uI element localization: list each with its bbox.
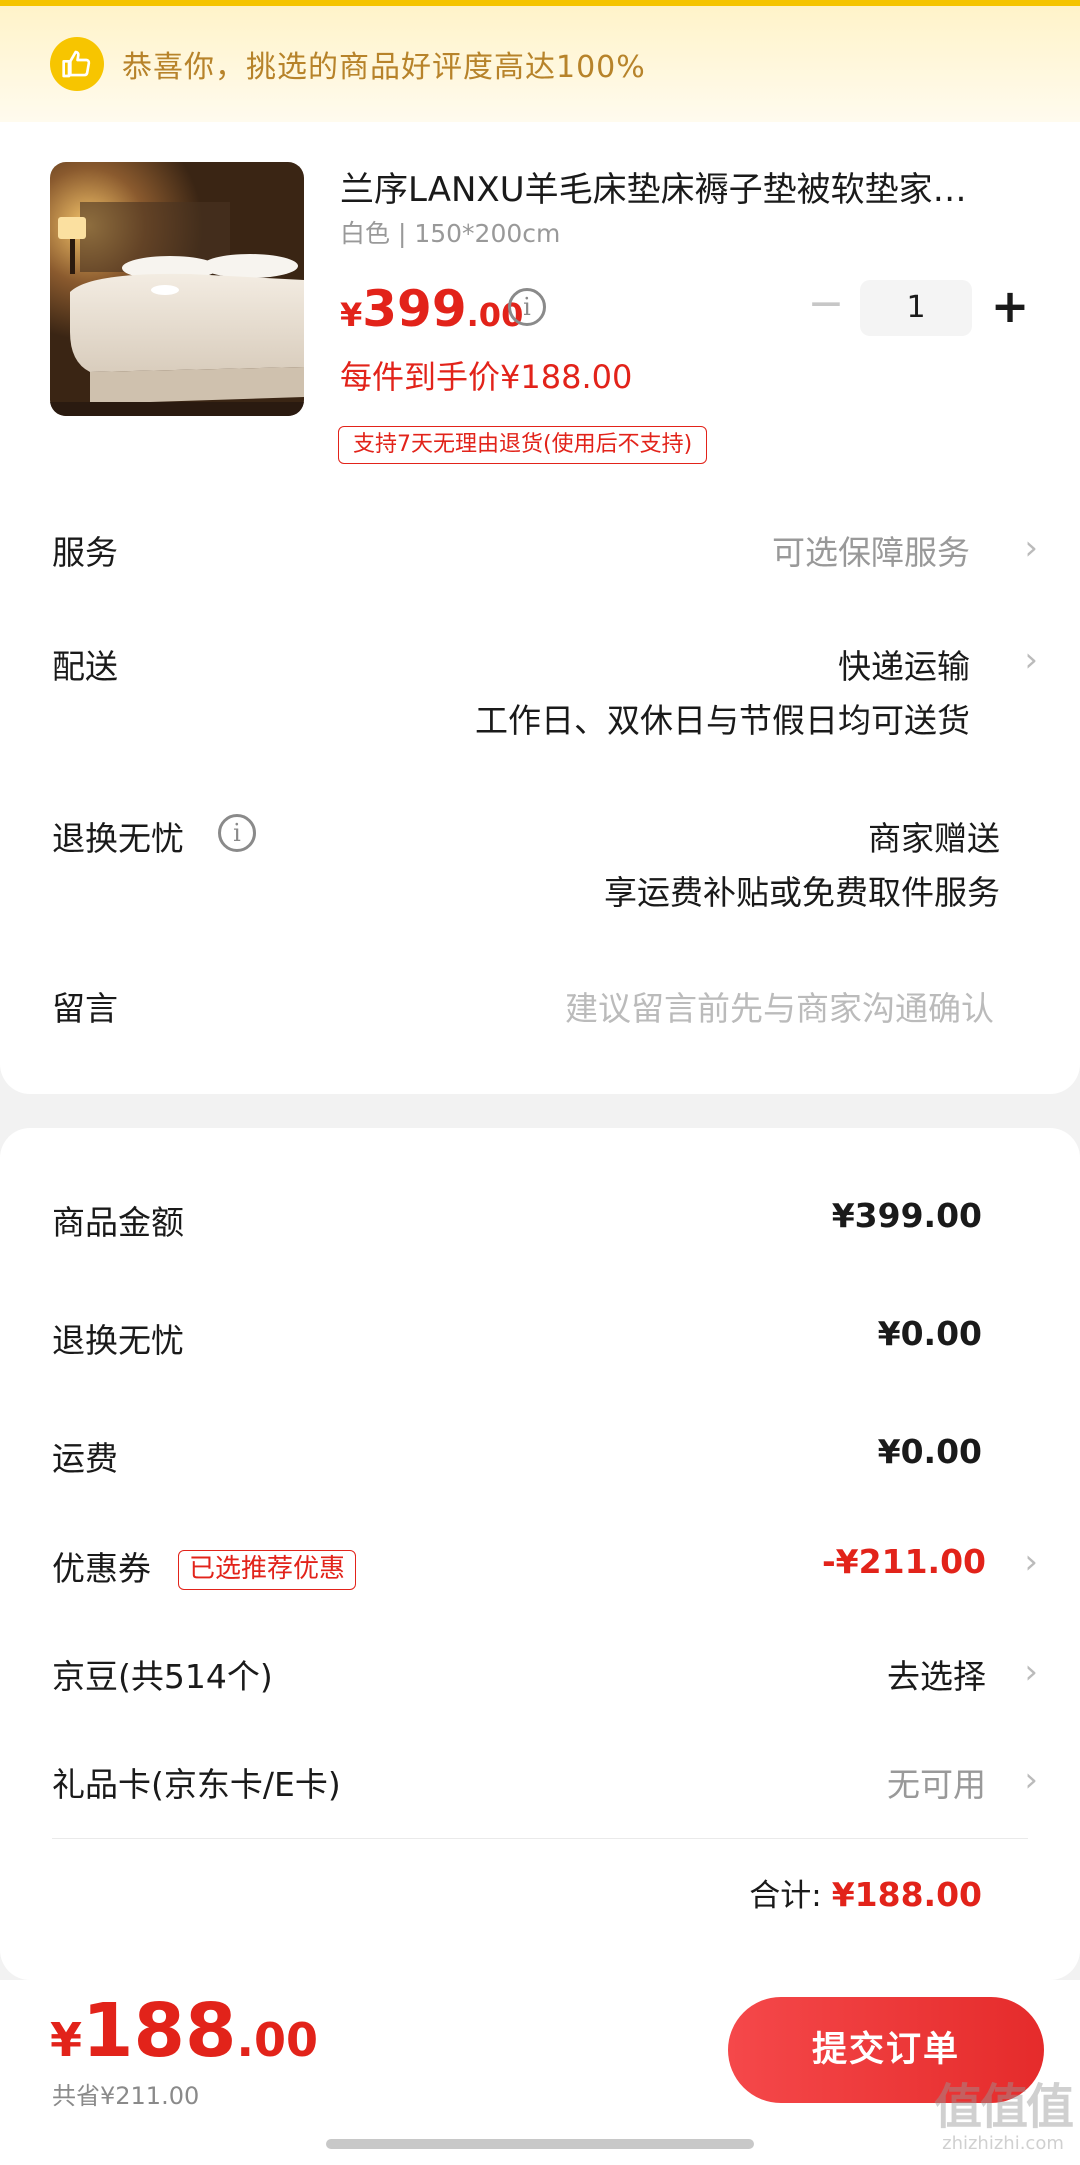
jd-beans-value[interactable]: 去选择 xyxy=(887,1650,986,1698)
watermark-logo: 值值值 xyxy=(933,2079,1074,2135)
watermark-url: zhizhizhi.com xyxy=(942,2133,1064,2154)
payable-decimal: .00 xyxy=(236,2013,318,2067)
note-input[interactable]: 建议留言前先与商家沟通确认 xyxy=(565,982,994,1030)
quantity-input[interactable]: 1 xyxy=(860,280,972,336)
coupon-value[interactable]: -¥211.00 xyxy=(822,1542,986,1581)
coupon-label: 优惠券 xyxy=(52,1549,151,1588)
worry-free-fee-label: 退换无忧 xyxy=(52,1321,184,1360)
note-label: 留言 xyxy=(52,989,118,1028)
thumbs-up-icon xyxy=(50,37,104,91)
worry-free-sub: 享运费补贴或免费取件服务 xyxy=(604,873,1000,912)
chevron-right-icon[interactable]: › xyxy=(1024,1542,1038,1582)
shipping-label: 运费 xyxy=(52,1439,118,1478)
saved-amount: 共省¥211.00 xyxy=(52,2082,200,2110)
info-icon[interactable]: i xyxy=(218,814,256,852)
goods-amount-value: ¥399.00 xyxy=(831,1196,982,1235)
gift-card-label: 礼品卡(京东卡/E卡) xyxy=(52,1765,341,1804)
service-value[interactable]: 可选保障服务 xyxy=(772,526,970,574)
total-label: 合计: xyxy=(749,1878,822,1914)
quantity-decrease-button[interactable]: − xyxy=(806,282,846,328)
product-image[interactable] xyxy=(50,162,304,416)
order-item-card: 兰序LANXU羊毛床垫床褥子垫被软垫家… 白色 | 150*200cm ¥ 39… xyxy=(0,122,1080,1094)
return-policy-tag: 支持7天无理由退货(使用后不支持) xyxy=(338,426,708,464)
product-spec: 白色 | 150*200cm xyxy=(340,219,561,248)
total-value: ¥188.00 xyxy=(831,1875,982,1914)
gift-card-value[interactable]: 无可用 xyxy=(887,1758,986,1806)
price-summary-card: 商品金额 ¥399.00 退换无忧 ¥0.00 运费 ¥0.00 优惠券 已选推… xyxy=(0,1128,1080,1980)
rating-banner: 恭喜你，挑选的商品好评度高达100% xyxy=(0,6,1080,122)
chevron-right-icon[interactable]: › xyxy=(1024,528,1038,568)
payable-price: ¥ 188 .00 xyxy=(50,1988,318,2074)
watermark: 值值值 zhizhizhi.com xyxy=(928,2080,1078,2160)
price-currency: ¥ xyxy=(340,296,363,334)
worry-free-value: 商家赠送 xyxy=(868,819,1000,858)
worry-free-fee-value: ¥0.00 xyxy=(877,1314,982,1353)
coupon-tag: 已选推荐优惠 xyxy=(178,1550,357,1590)
price-info-icon[interactable]: i xyxy=(508,288,546,326)
quantity-increase-button[interactable]: + xyxy=(988,278,1032,334)
product-price: ¥ 399 .00 xyxy=(340,280,523,338)
chevron-right-icon[interactable]: › xyxy=(1024,1760,1038,1800)
payable-currency: ¥ xyxy=(50,2013,83,2067)
payable-integer: 188 xyxy=(82,1988,237,2074)
chevron-right-icon[interactable]: › xyxy=(1024,640,1038,680)
banner-text: 恭喜你，挑选的商品好评度高达100% xyxy=(122,50,646,85)
goods-amount-label: 商品金额 xyxy=(52,1203,184,1242)
delivery-sub: 工作日、双休日与节假日均可送货 xyxy=(475,701,970,740)
jd-beans-label: 京豆(共514个) xyxy=(52,1657,273,1696)
home-indicator[interactable] xyxy=(326,2139,754,2149)
product-title[interactable]: 兰序LANXU羊毛床垫床褥子垫被软垫家… xyxy=(340,162,1000,211)
service-label: 服务 xyxy=(52,533,118,572)
chevron-right-icon[interactable]: › xyxy=(1024,1652,1038,1692)
hand-price: 每件到手价¥188.00 xyxy=(340,358,633,396)
delivery-value[interactable]: 快递运输 xyxy=(838,640,970,688)
checkout-bar: ¥ 188 .00 共省¥211.00 提交订单 xyxy=(0,1980,1080,2165)
total-row: 合计: ¥188.00 xyxy=(749,1870,982,1915)
shipping-value: ¥0.00 xyxy=(877,1432,982,1471)
delivery-label: 配送 xyxy=(52,647,118,686)
divider xyxy=(52,1838,1028,1839)
worry-free-label: 退换无忧 xyxy=(52,819,184,858)
price-integer: 399 xyxy=(362,280,467,338)
